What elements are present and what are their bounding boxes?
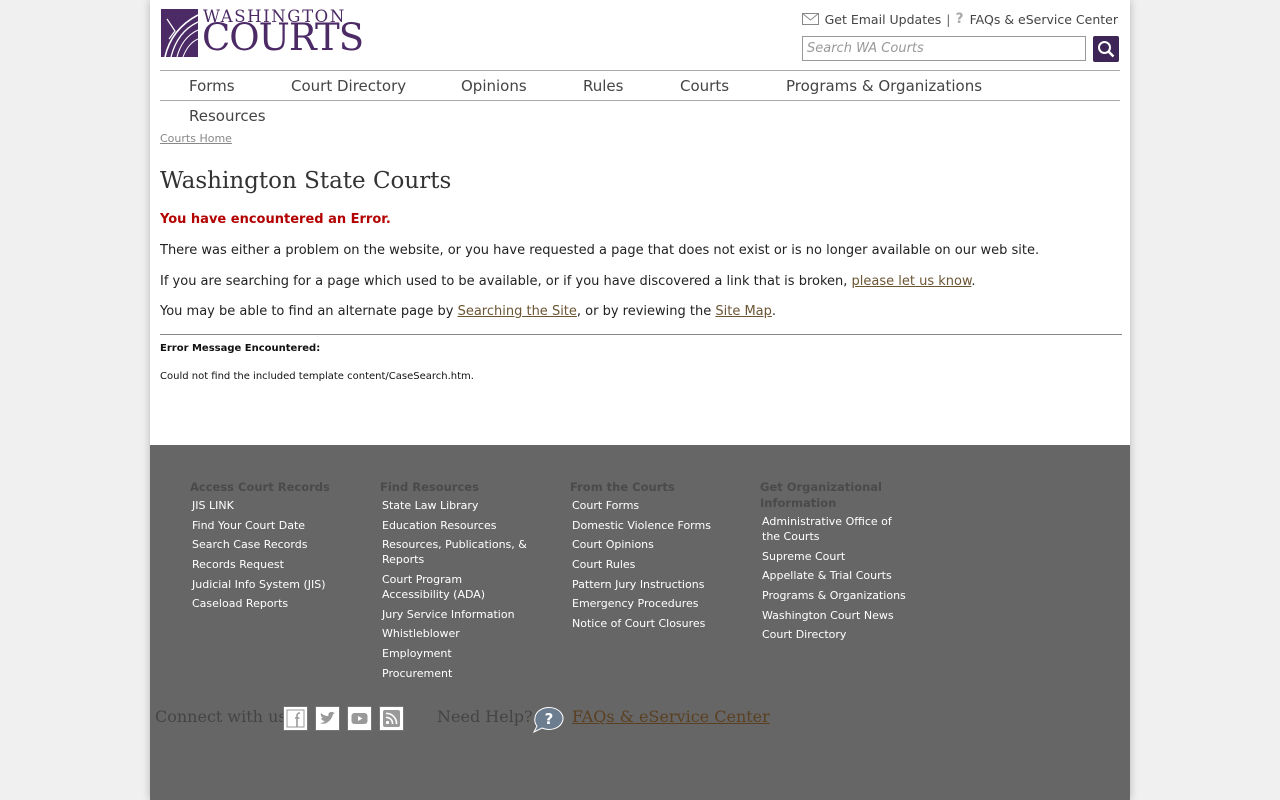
footer-link[interactable]: Court Directory bbox=[762, 627, 907, 642]
footer-link[interactable]: Court Forms bbox=[572, 498, 742, 513]
footer-link[interactable]: Jury Service Information bbox=[382, 607, 532, 622]
need-help-label: Need Help? bbox=[437, 707, 533, 726]
footer-heading: Find Resources bbox=[380, 480, 479, 494]
footer-link[interactable]: Administrative Office of the Courts bbox=[762, 514, 907, 544]
nav-forms[interactable]: Forms bbox=[189, 77, 235, 95]
footer-link[interactable]: Whistleblower bbox=[382, 626, 532, 641]
footer-heading: From the Courts bbox=[570, 480, 675, 494]
p3-mid: , or by reviewing the bbox=[576, 304, 716, 319]
error-message-label: Error Message Encountered: bbox=[160, 343, 321, 354]
logo-line2: COURTS bbox=[202, 16, 364, 59]
footer-link[interactable]: Procurement bbox=[382, 666, 532, 681]
p2-suffix: . bbox=[971, 274, 976, 289]
nav-courts[interactable]: Courts bbox=[680, 77, 729, 95]
footer-link[interactable]: Programs & Organizations bbox=[762, 588, 907, 603]
footer-column-courts: From the Courts Court Forms Domestic Vio… bbox=[570, 479, 742, 636]
rss-icon[interactable] bbox=[379, 706, 404, 731]
footer-link[interactable]: Domestic Violence Forms bbox=[572, 518, 742, 533]
twitter-icon[interactable] bbox=[315, 706, 340, 731]
footer-link[interactable]: Find Your Court Date bbox=[192, 518, 362, 533]
footer-link[interactable]: Judicial Info System (JIS) bbox=[192, 577, 362, 592]
logo-mark-icon bbox=[161, 9, 198, 57]
error-paragraph-2: If you are searching for a page which us… bbox=[160, 274, 976, 289]
footer-link[interactable]: Supreme Court bbox=[762, 549, 907, 564]
footer: Access Court Records JIS LINK Find Your … bbox=[150, 445, 1130, 800]
footer-heading: Get Organizational Information bbox=[760, 480, 882, 510]
question-icon: ? bbox=[955, 11, 964, 27]
footer-link[interactable]: Records Request bbox=[192, 557, 362, 572]
footer-link[interactable]: Search Case Records bbox=[192, 537, 362, 552]
footer-heading: Access Court Records bbox=[190, 480, 330, 494]
footer-column-resources: Find Resources State Law Library Educati… bbox=[380, 479, 532, 686]
footer-link[interactable]: Employment bbox=[382, 646, 532, 661]
svg-text:?: ? bbox=[545, 710, 554, 728]
search-icon bbox=[1098, 41, 1115, 58]
youtube-icon[interactable] bbox=[347, 706, 372, 731]
p2-prefix: If you are searching for a page which us… bbox=[160, 274, 852, 289]
content-divider bbox=[160, 334, 1122, 335]
footer-column-organizational: Get Organizational Information Administr… bbox=[760, 479, 907, 647]
mail-icon bbox=[801, 13, 819, 25]
washington-courts-logo[interactable]: WASHINGTON COURTS bbox=[161, 7, 364, 60]
footer-link[interactable]: Pattern Jury Instructions bbox=[572, 577, 742, 592]
footer-link[interactable]: Appellate & Trial Courts bbox=[762, 568, 907, 583]
nav-divider-middle bbox=[160, 100, 1120, 101]
header-links: Get Email Updates | ? FAQs & eService Ce… bbox=[801, 11, 1118, 27]
header-separator: | bbox=[946, 11, 951, 27]
breadcrumb-courts-home[interactable]: Courts Home bbox=[160, 132, 232, 145]
searching-the-site-link[interactable]: Searching the Site bbox=[458, 304, 577, 319]
footer-link[interactable]: Emergency Procedures bbox=[572, 596, 742, 611]
email-updates-link[interactable]: Get Email Updates bbox=[825, 12, 942, 27]
footer-link[interactable]: Resources, Publications, & Reports bbox=[382, 537, 532, 567]
footer-link[interactable]: Caseload Reports bbox=[192, 596, 362, 611]
error-heading: You have encountered an Error. bbox=[160, 212, 391, 227]
site-map-link[interactable]: Site Map bbox=[715, 304, 772, 319]
error-paragraph-3: You may be able to find an alternate pag… bbox=[160, 304, 776, 319]
p3-prefix: You may be able to find an alternate pag… bbox=[160, 304, 458, 319]
error-paragraph-1: There was either a problem on the websit… bbox=[160, 243, 1039, 258]
nav-resources[interactable]: Resources bbox=[189, 107, 266, 125]
page-title: Washington State Courts bbox=[160, 168, 452, 194]
footer-link[interactable]: Education Resources bbox=[382, 518, 532, 533]
search-button[interactable] bbox=[1093, 36, 1119, 62]
footer-link[interactable]: JIS LINK bbox=[192, 498, 362, 513]
nav-programs-organizations[interactable]: Programs & Organizations bbox=[786, 77, 982, 95]
faqs-link[interactable]: FAQs & eService Center bbox=[970, 12, 1118, 27]
error-message-detail: Could not find the included template con… bbox=[160, 371, 474, 382]
facebook-icon[interactable] bbox=[283, 706, 308, 731]
footer-link[interactable]: Notice of Court Closures bbox=[572, 616, 742, 631]
p3-suffix: . bbox=[771, 304, 777, 319]
p1-text: There was either a problem on the websit… bbox=[160, 243, 1040, 258]
footer-column-records: Access Court Records JIS LINK Find Your … bbox=[190, 479, 362, 616]
footer-link[interactable]: Washington Court News bbox=[762, 608, 907, 623]
please-let-us-know-link[interactable]: please let us know bbox=[852, 274, 972, 289]
search-input[interactable] bbox=[802, 36, 1086, 61]
footer-link[interactable]: Court Rules bbox=[572, 557, 742, 572]
help-bubble-icon: ? bbox=[532, 706, 564, 733]
nav-opinions[interactable]: Opinions bbox=[461, 77, 527, 95]
page: WASHINGTON COURTS Get Email Updates | ? … bbox=[150, 0, 1130, 800]
connect-label: Connect with us bbox=[155, 707, 287, 726]
footer-link[interactable]: Court Opinions bbox=[572, 537, 742, 552]
footer-link[interactable]: Court Program Accessibility (ADA) bbox=[382, 572, 532, 602]
nav-divider-top bbox=[160, 70, 1120, 71]
nav-rules[interactable]: Rules bbox=[583, 77, 623, 95]
nav-court-directory[interactable]: Court Directory bbox=[291, 77, 406, 95]
footer-link[interactable]: State Law Library bbox=[382, 498, 532, 513]
footer-faqs-link[interactable]: FAQs & eService Center bbox=[572, 707, 770, 726]
